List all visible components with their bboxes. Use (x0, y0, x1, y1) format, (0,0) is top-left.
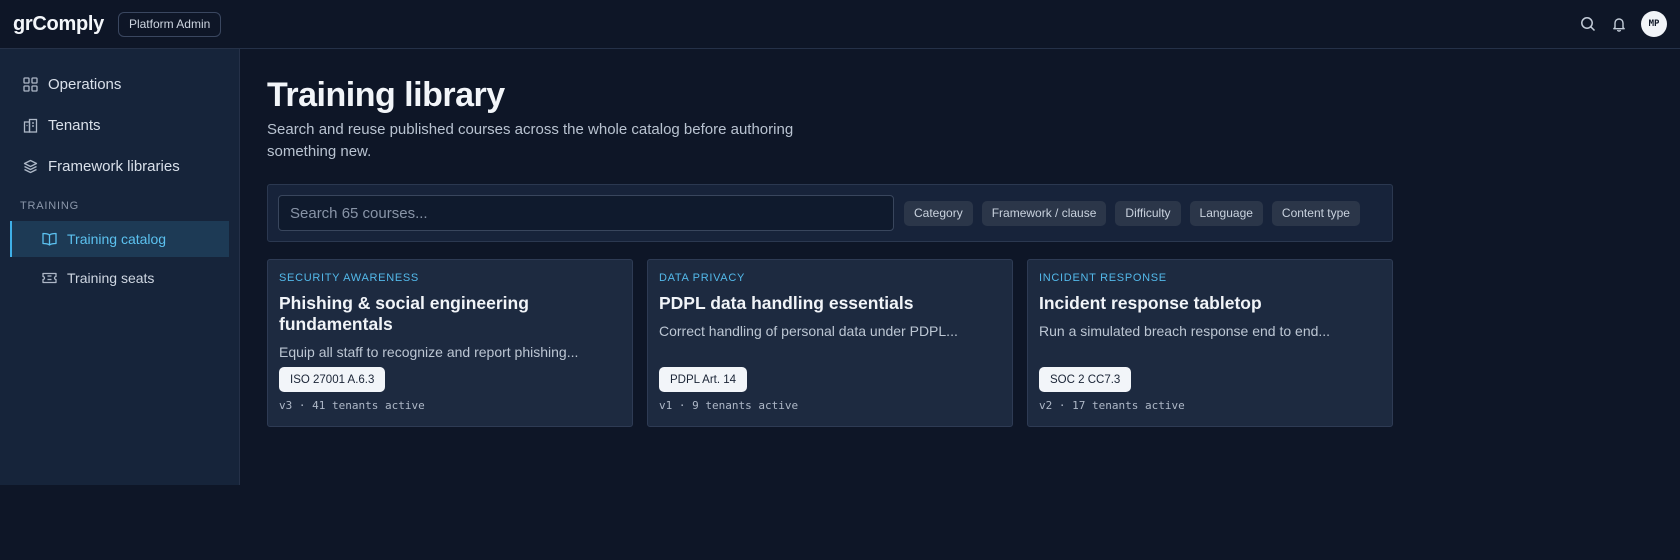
sidebar-item-label: Training catalog (67, 231, 167, 247)
top-bar: grComply Platform Admin MP (0, 0, 1680, 49)
framework-tag: SOC 2 CC7.3 (1039, 367, 1132, 392)
sidebar-item-operations[interactable]: Operations (0, 64, 239, 105)
framework-tag: ISO 27001 A.6.3 (279, 367, 386, 392)
course-meta: v2 · 17 tenants active (1039, 399, 1185, 412)
course-meta: v1 · 9 tenants active (659, 399, 799, 412)
course-grid: SECURITY AWARENESS Phishing & social eng… (267, 259, 1393, 427)
sidebar-item-label: Framework libraries (48, 158, 180, 175)
filter-chip-category[interactable]: Category (904, 200, 973, 226)
sidebar-item-label: Operations (48, 76, 122, 93)
book-open-icon (41, 231, 57, 247)
course-title[interactable]: Phishing & social engineering fundamenta… (279, 293, 621, 335)
course-title[interactable]: PDPL data handling essentials (659, 293, 1001, 314)
filter-chips: Category Framework / clause Difficulty L… (904, 200, 1360, 226)
role-badge[interactable]: Platform Admin (117, 11, 222, 37)
main-content: Training library Search and reuse publis… (267, 49, 1393, 427)
filter-chip-content-type[interactable]: Content type (1271, 200, 1360, 226)
course-description: Correct handling of personal data under … (659, 323, 958, 339)
course-card[interactable]: DATA PRIVACY PDPL data handling essentia… (647, 259, 1013, 427)
course-description: Run a simulated breach response end to e… (1039, 323, 1331, 339)
grid-icon (22, 77, 38, 93)
filter-chip-language[interactable]: Language (1189, 200, 1263, 226)
filter-bar: Category Framework / clause Difficulty L… (267, 184, 1393, 242)
bell-icon[interactable] (1610, 16, 1627, 33)
sidebar-item-framework-libraries[interactable]: Framework libraries (0, 146, 239, 187)
course-category: INCIDENT RESPONSE (1039, 272, 1167, 284)
course-category: DATA PRIVACY (659, 272, 746, 284)
brand-logo[interactable]: grComply (13, 13, 104, 36)
course-title[interactable]: Incident response tabletop (1039, 293, 1381, 314)
page-title: Training library (267, 76, 505, 114)
sidebar-item-training-catalog[interactable]: Training catalog (10, 221, 229, 257)
sidebar-section-training: TRAINING (20, 200, 79, 212)
sidebar-item-tenants[interactable]: Tenants (0, 105, 239, 146)
course-card[interactable]: SECURITY AWARENESS Phishing & social eng… (267, 259, 633, 427)
sidebar: Operations Tenants Framework libraries T… (0, 49, 240, 485)
avatar[interactable]: MP (1641, 11, 1667, 37)
ticket-icon (41, 270, 57, 286)
filter-chip-difficulty[interactable]: Difficulty (1115, 200, 1181, 226)
search-input[interactable] (278, 195, 894, 231)
framework-tag: PDPL Art. 14 (659, 367, 748, 392)
sidebar-item-label: Training seats (67, 270, 155, 286)
building-icon (22, 118, 38, 134)
header-actions: MP (1579, 11, 1667, 37)
course-card[interactable]: INCIDENT RESPONSE Incident response tabl… (1027, 259, 1393, 427)
course-description: Equip all staff to recognize and report … (279, 344, 579, 360)
page-subtitle: Search and reuse published courses acros… (267, 121, 794, 160)
course-category: SECURITY AWARENESS (279, 272, 419, 284)
filter-chip-framework-clause[interactable]: Framework / clause (981, 200, 1107, 226)
layers-icon (22, 159, 38, 175)
sidebar-item-training-seats[interactable]: Training seats (10, 260, 229, 296)
search-icon[interactable] (1579, 16, 1596, 33)
course-meta: v3 · 41 tenants active (279, 399, 425, 412)
sidebar-item-label: Tenants (48, 117, 101, 134)
